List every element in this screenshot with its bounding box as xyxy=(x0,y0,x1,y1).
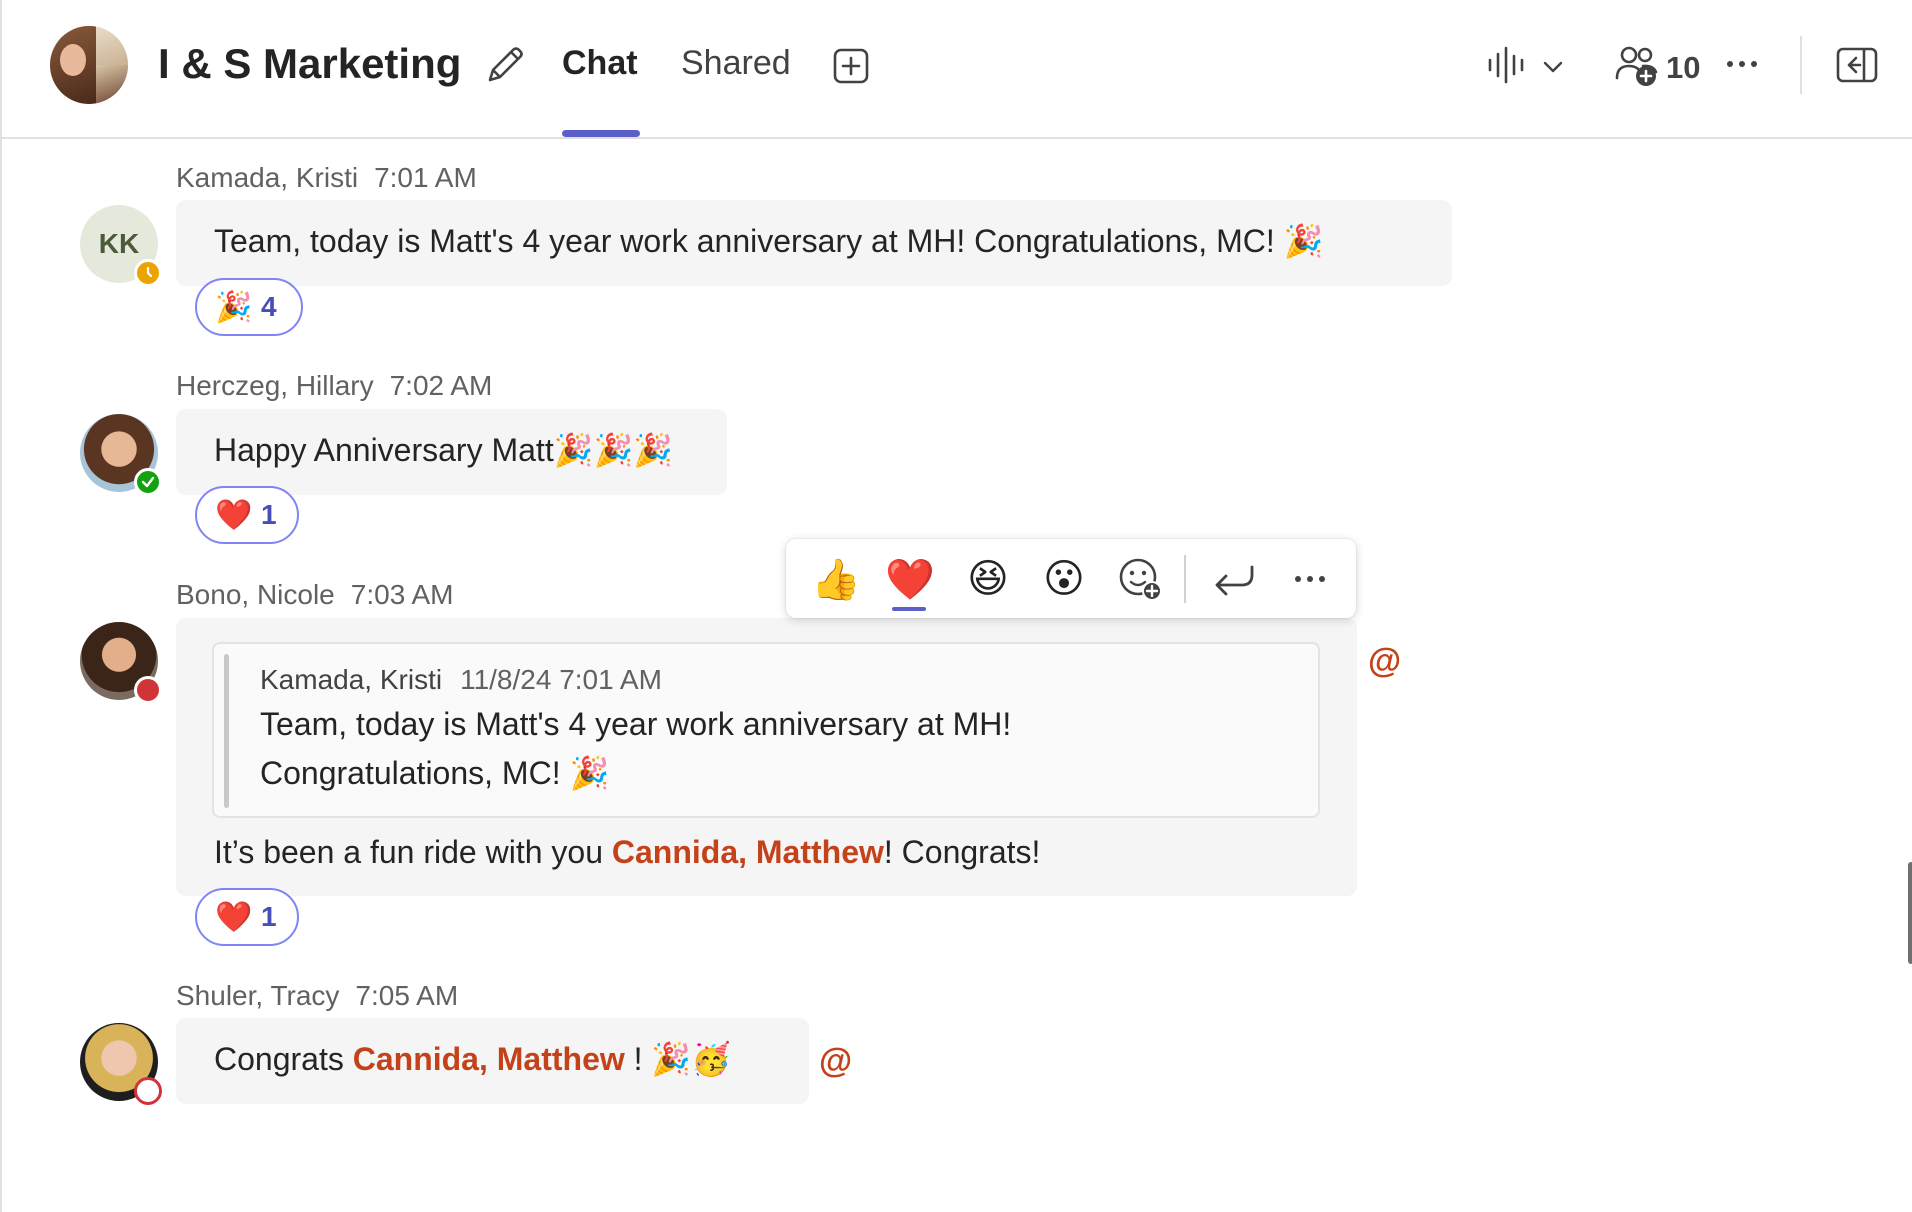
reaction-pill[interactable]: 🎉 4 xyxy=(195,278,303,336)
reaction-count: 1 xyxy=(261,499,277,530)
more-icon[interactable] xyxy=(1724,52,1760,76)
quote-text: Team, today is Matt's 4 year work annive… xyxy=(260,706,1012,742)
message-text: Team, today is Matt's 4 year work annive… xyxy=(214,223,1324,259)
scrollbar-thumb[interactable] xyxy=(1908,862,1912,964)
tab-shared[interactable]: Shared xyxy=(681,44,791,83)
message-text-part: Congrats xyxy=(214,1041,353,1077)
status-offline-icon xyxy=(134,1077,162,1105)
heart-icon: ❤️ xyxy=(215,498,253,532)
avatar[interactable] xyxy=(80,622,162,704)
heart-reaction-button[interactable]: ❤️ xyxy=(882,551,938,607)
reaction-pill[interactable]: ❤️ 1 xyxy=(195,888,299,946)
header-divider xyxy=(1800,36,1802,94)
status-busy-icon xyxy=(134,676,162,704)
message-text: Happy Anniversary Matt🎉🎉🎉 xyxy=(214,432,674,468)
message-text-part: ! Congrats! xyxy=(883,834,1041,870)
party-popper-icon: 🎉 xyxy=(215,290,253,324)
surprised-reaction-button[interactable]: 😮 xyxy=(1036,551,1092,607)
like-reaction-button[interactable]: 👍 xyxy=(808,551,864,607)
call-icon[interactable] xyxy=(1486,44,1530,86)
selected-reaction-indicator xyxy=(892,607,926,611)
quote-text: Congratulations, MC! 🎉 xyxy=(260,755,610,791)
reaction-count: 4 xyxy=(261,291,277,322)
quoted-message[interactable]: Kamada, Kristi 11/8/24 7:01 AM Team, toda… xyxy=(212,642,1320,818)
add-reaction-icon[interactable] xyxy=(1112,551,1168,607)
panel-icon[interactable] xyxy=(1836,46,1878,84)
participants-count[interactable]: 10 xyxy=(1666,50,1700,86)
quote-sender: Kamada, Kristi xyxy=(260,664,443,695)
message-meta: Shuler, Tracy 7:05 AM xyxy=(176,980,458,1012)
message-text-part: ! 🎉🥳 xyxy=(624,1041,732,1077)
people-icon[interactable] xyxy=(1614,44,1660,88)
more-icon[interactable] xyxy=(1282,551,1338,607)
status-available-icon xyxy=(134,468,162,496)
avatar[interactable] xyxy=(80,414,162,496)
sender-name: Shuler, Tracy xyxy=(176,980,340,1011)
mention[interactable]: Cannida, Matthew xyxy=(353,1041,625,1077)
message-time: 7:05 AM xyxy=(355,980,459,1011)
message-text: Congrats Cannida, Matthew ! 🎉🥳 xyxy=(214,1040,731,1078)
sender-name: Herczeg, Hillary xyxy=(176,370,374,401)
active-tab-indicator xyxy=(562,130,640,137)
chat-title: I & S Marketing xyxy=(158,40,462,87)
message-meta: Kamada, Kristi 7:01 AM xyxy=(176,162,477,194)
mention-at-icon: @ xyxy=(1368,642,1402,680)
message-meta: Herczeg, Hillary 7:02 AM xyxy=(176,370,492,402)
mention[interactable]: Cannida, Matthew xyxy=(612,834,884,870)
laugh-reaction-button[interactable]: 😆 xyxy=(960,551,1016,607)
reaction-pill[interactable]: ❤️ 1 xyxy=(195,486,299,544)
reaction-count: 1 xyxy=(261,901,277,932)
avatar[interactable]: KK xyxy=(80,205,162,287)
tab-chat[interactable]: Chat xyxy=(562,44,638,83)
message-time: 7:01 AM xyxy=(374,162,477,193)
toolbar-divider xyxy=(1184,555,1186,603)
quote-bar xyxy=(224,654,229,808)
sender-name: Bono, Nicole xyxy=(176,579,335,610)
add-tab-icon[interactable] xyxy=(832,47,870,85)
heart-icon: ❤️ xyxy=(215,900,253,934)
message-text: It’s been a fun ride with you Cannida, M… xyxy=(214,834,1040,871)
chat-header: I & S Marketing Chat Shared 10 xyxy=(2,0,1912,139)
chevron-down-icon[interactable] xyxy=(1542,56,1564,78)
mention-at-icon: @ xyxy=(819,1042,853,1080)
avatar-initials: KK xyxy=(98,228,140,259)
chat-window: I & S Marketing Chat Shared 10 Kamada, K… xyxy=(0,0,1912,1212)
message-time: 7:02 AM xyxy=(389,370,493,401)
status-away-icon xyxy=(134,259,162,287)
message-text-part: It’s been a fun ride with you xyxy=(214,834,612,870)
group-avatar[interactable] xyxy=(50,26,128,104)
reply-icon[interactable] xyxy=(1206,551,1262,607)
edit-icon[interactable] xyxy=(484,44,526,86)
message-time: 7:03 AM xyxy=(350,579,454,610)
sender-name: Kamada, Kristi xyxy=(176,162,359,193)
avatar[interactable] xyxy=(80,1023,162,1105)
quote-timestamp: 11/8/24 7:01 AM xyxy=(460,664,662,695)
message-hover-toolbar: 👍 ❤️ 😆 😮 xyxy=(786,539,1356,618)
quote-meta: Kamada, Kristi 11/8/24 7:01 AM xyxy=(260,664,662,696)
message-meta: Bono, Nicole 7:03 AM xyxy=(176,579,454,611)
